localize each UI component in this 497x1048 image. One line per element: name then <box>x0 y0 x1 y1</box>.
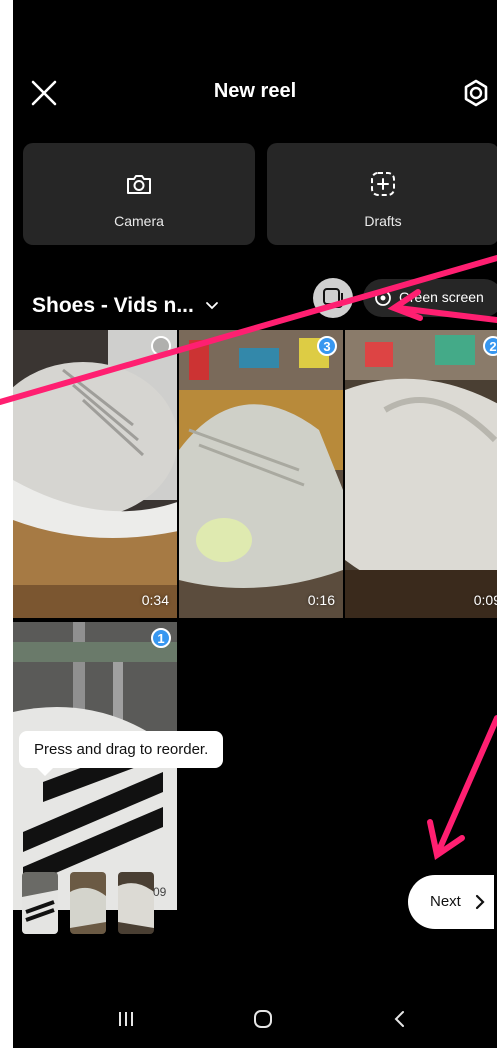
video-thumbnail-2[interactable]: 3 0:16 <box>179 330 343 618</box>
back-button[interactable] <box>385 1004 415 1034</box>
selection-badge[interactable]: 1 <box>151 628 171 648</box>
video-duration: 0:09 <box>473 592 497 608</box>
settings-button[interactable] <box>459 76 493 110</box>
system-navigation-bar <box>13 990 497 1048</box>
camera-label: Camera <box>114 213 164 229</box>
back-icon <box>394 1011 404 1027</box>
page-title: New reel <box>213 80 297 102</box>
selected-clip-3[interactable] <box>118 872 154 934</box>
chevron-down-icon <box>205 302 218 310</box>
green-screen-label: Green screen <box>399 289 484 305</box>
chevron-right-icon <box>475 894 485 910</box>
drafts-icon <box>371 172 395 196</box>
reorder-tooltip: Press and drag to reorder. <box>19 731 224 776</box>
selected-clip-2[interactable] <box>70 872 106 934</box>
drafts-label: Drafts <box>364 213 402 229</box>
green-screen-icon <box>375 290 391 306</box>
green-screen-button[interactable]: Green screen <box>363 279 497 317</box>
video-thumbnail-1[interactable]: 0:34 <box>13 330 177 618</box>
top-bar: New reel <box>13 60 497 124</box>
selection-badge[interactable]: 2 <box>483 336 497 356</box>
video-duration: 0:16 <box>307 592 335 608</box>
clip-preview-image <box>22 872 58 934</box>
video-duration: 0:34 <box>141 592 169 608</box>
multi-select-icon <box>323 288 343 308</box>
recents-button[interactable] <box>111 1004 141 1034</box>
clip-duration-partial: 09 <box>153 885 167 899</box>
camera-tile[interactable]: Camera <box>23 143 255 245</box>
video-preview-image <box>179 330 343 618</box>
gear-icon <box>464 79 488 107</box>
selection-badge[interactable]: 3 <box>317 336 337 356</box>
camera-icon <box>127 175 151 194</box>
next-button[interactable]: Next <box>408 875 494 929</box>
video-thumbnail-3[interactable]: 2 0:09 <box>345 330 497 618</box>
drafts-tile[interactable]: Drafts <box>267 143 497 245</box>
reel-screen: New reel Camera Drafts Shoes - Vids n... <box>13 0 497 1048</box>
selected-clip-1[interactable] <box>22 872 58 934</box>
clip-preview-image <box>70 872 106 934</box>
video-preview-image <box>13 330 177 618</box>
multi-select-button[interactable] <box>313 278 353 318</box>
recents-icon <box>119 1012 133 1026</box>
home-icon <box>254 1010 272 1028</box>
next-label: Next <box>430 893 461 910</box>
video-preview-image <box>345 330 497 618</box>
selection-circle[interactable] <box>151 336 171 356</box>
clip-preview-image <box>118 872 154 934</box>
album-selector[interactable]: Shoes - Vids n... <box>32 294 220 318</box>
album-name: Shoes - Vids n... <box>32 294 194 317</box>
home-button[interactable] <box>248 1004 278 1034</box>
